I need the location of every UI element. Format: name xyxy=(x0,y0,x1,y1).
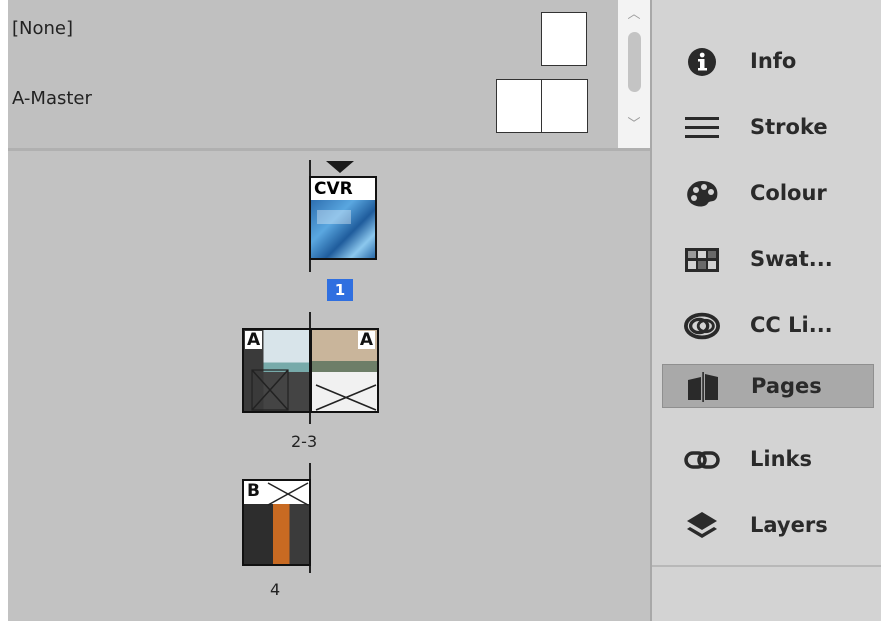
scrollbar-thumb[interactable] xyxy=(628,32,641,92)
dock-item-colour[interactable]: Colour xyxy=(662,172,874,216)
page-thumbnail-3[interactable]: A xyxy=(310,328,379,413)
dock-label-cc-libraries: CC Li... xyxy=(750,313,833,337)
current-spread-marker-icon xyxy=(326,161,354,173)
page-thumbnail-2[interactable]: A xyxy=(242,328,311,413)
pages-icon xyxy=(685,371,721,403)
dock-item-pages[interactable]: Pages xyxy=(662,364,874,408)
stroke-icon xyxy=(684,112,720,144)
scroll-down-icon[interactable]: ﹀ xyxy=(626,118,642,132)
dock-label-stroke: Stroke xyxy=(750,115,828,139)
dock-item-layers[interactable]: Layers xyxy=(662,504,874,548)
page-thumbnail-cover[interactable]: CVR xyxy=(309,176,377,260)
panel-dock: Info Stroke Colour Swat... CC Li... Page… xyxy=(650,0,881,621)
masters-section: [None] A-Master ︿ ﹀ xyxy=(8,0,650,148)
layers-icon xyxy=(684,510,720,542)
masters-scrollbar[interactable]: ︿ ﹀ xyxy=(618,0,650,148)
info-icon xyxy=(684,46,720,78)
dock-label-info: Info xyxy=(750,49,797,73)
cc-libraries-icon xyxy=(684,310,720,342)
palette-icon xyxy=(684,178,720,210)
master-prefix-a-right: A xyxy=(357,330,375,350)
indesign-panels: [None] A-Master ︿ ﹀ CVR 1 A A 2-3 B 4 In… xyxy=(0,0,881,621)
cover-preview-image xyxy=(311,200,375,258)
a-master-left-thumbnail[interactable] xyxy=(496,79,543,133)
links-icon xyxy=(684,444,720,476)
dock-item-swatches[interactable]: Swat... xyxy=(662,238,874,282)
page-thumbnail-4[interactable]: B xyxy=(242,479,311,566)
dock-label-colour: Colour xyxy=(750,181,827,205)
master-prefix-b: B xyxy=(245,481,262,501)
dock-item-cc-libraries[interactable]: CC Li... xyxy=(662,304,874,348)
master-prefix-a-left: A xyxy=(245,330,263,350)
cover-prefix: CVR xyxy=(314,179,353,199)
pages-panel: [None] A-Master ︿ ﹀ CVR 1 A A 2-3 B 4 xyxy=(8,0,650,621)
swatches-icon xyxy=(684,244,720,276)
master-none-label[interactable]: [None] xyxy=(12,18,73,39)
page-label-4[interactable]: 4 xyxy=(270,580,280,599)
dock-item-links[interactable]: Links xyxy=(662,438,874,482)
dock-item-info[interactable]: Info xyxy=(662,40,874,84)
page-number-1[interactable]: 1 xyxy=(327,279,353,301)
dock-label-swatches: Swat... xyxy=(750,247,833,271)
spread-label-2-3[interactable]: 2-3 xyxy=(291,432,317,451)
master-a-label[interactable]: A-Master xyxy=(12,88,92,109)
dock-label-links: Links xyxy=(750,447,812,471)
master-none-thumbnail[interactable] xyxy=(541,12,587,66)
dock-edge xyxy=(650,0,652,621)
a-master-right-thumbnail[interactable] xyxy=(541,79,588,133)
dock-label-layers: Layers xyxy=(750,513,828,537)
dock-label-pages: Pages xyxy=(751,374,822,398)
dock-item-stroke[interactable]: Stroke xyxy=(662,106,874,150)
panel-divider[interactable] xyxy=(8,148,650,151)
scroll-up-icon[interactable]: ︿ xyxy=(626,8,642,22)
dock-divider xyxy=(652,565,881,567)
